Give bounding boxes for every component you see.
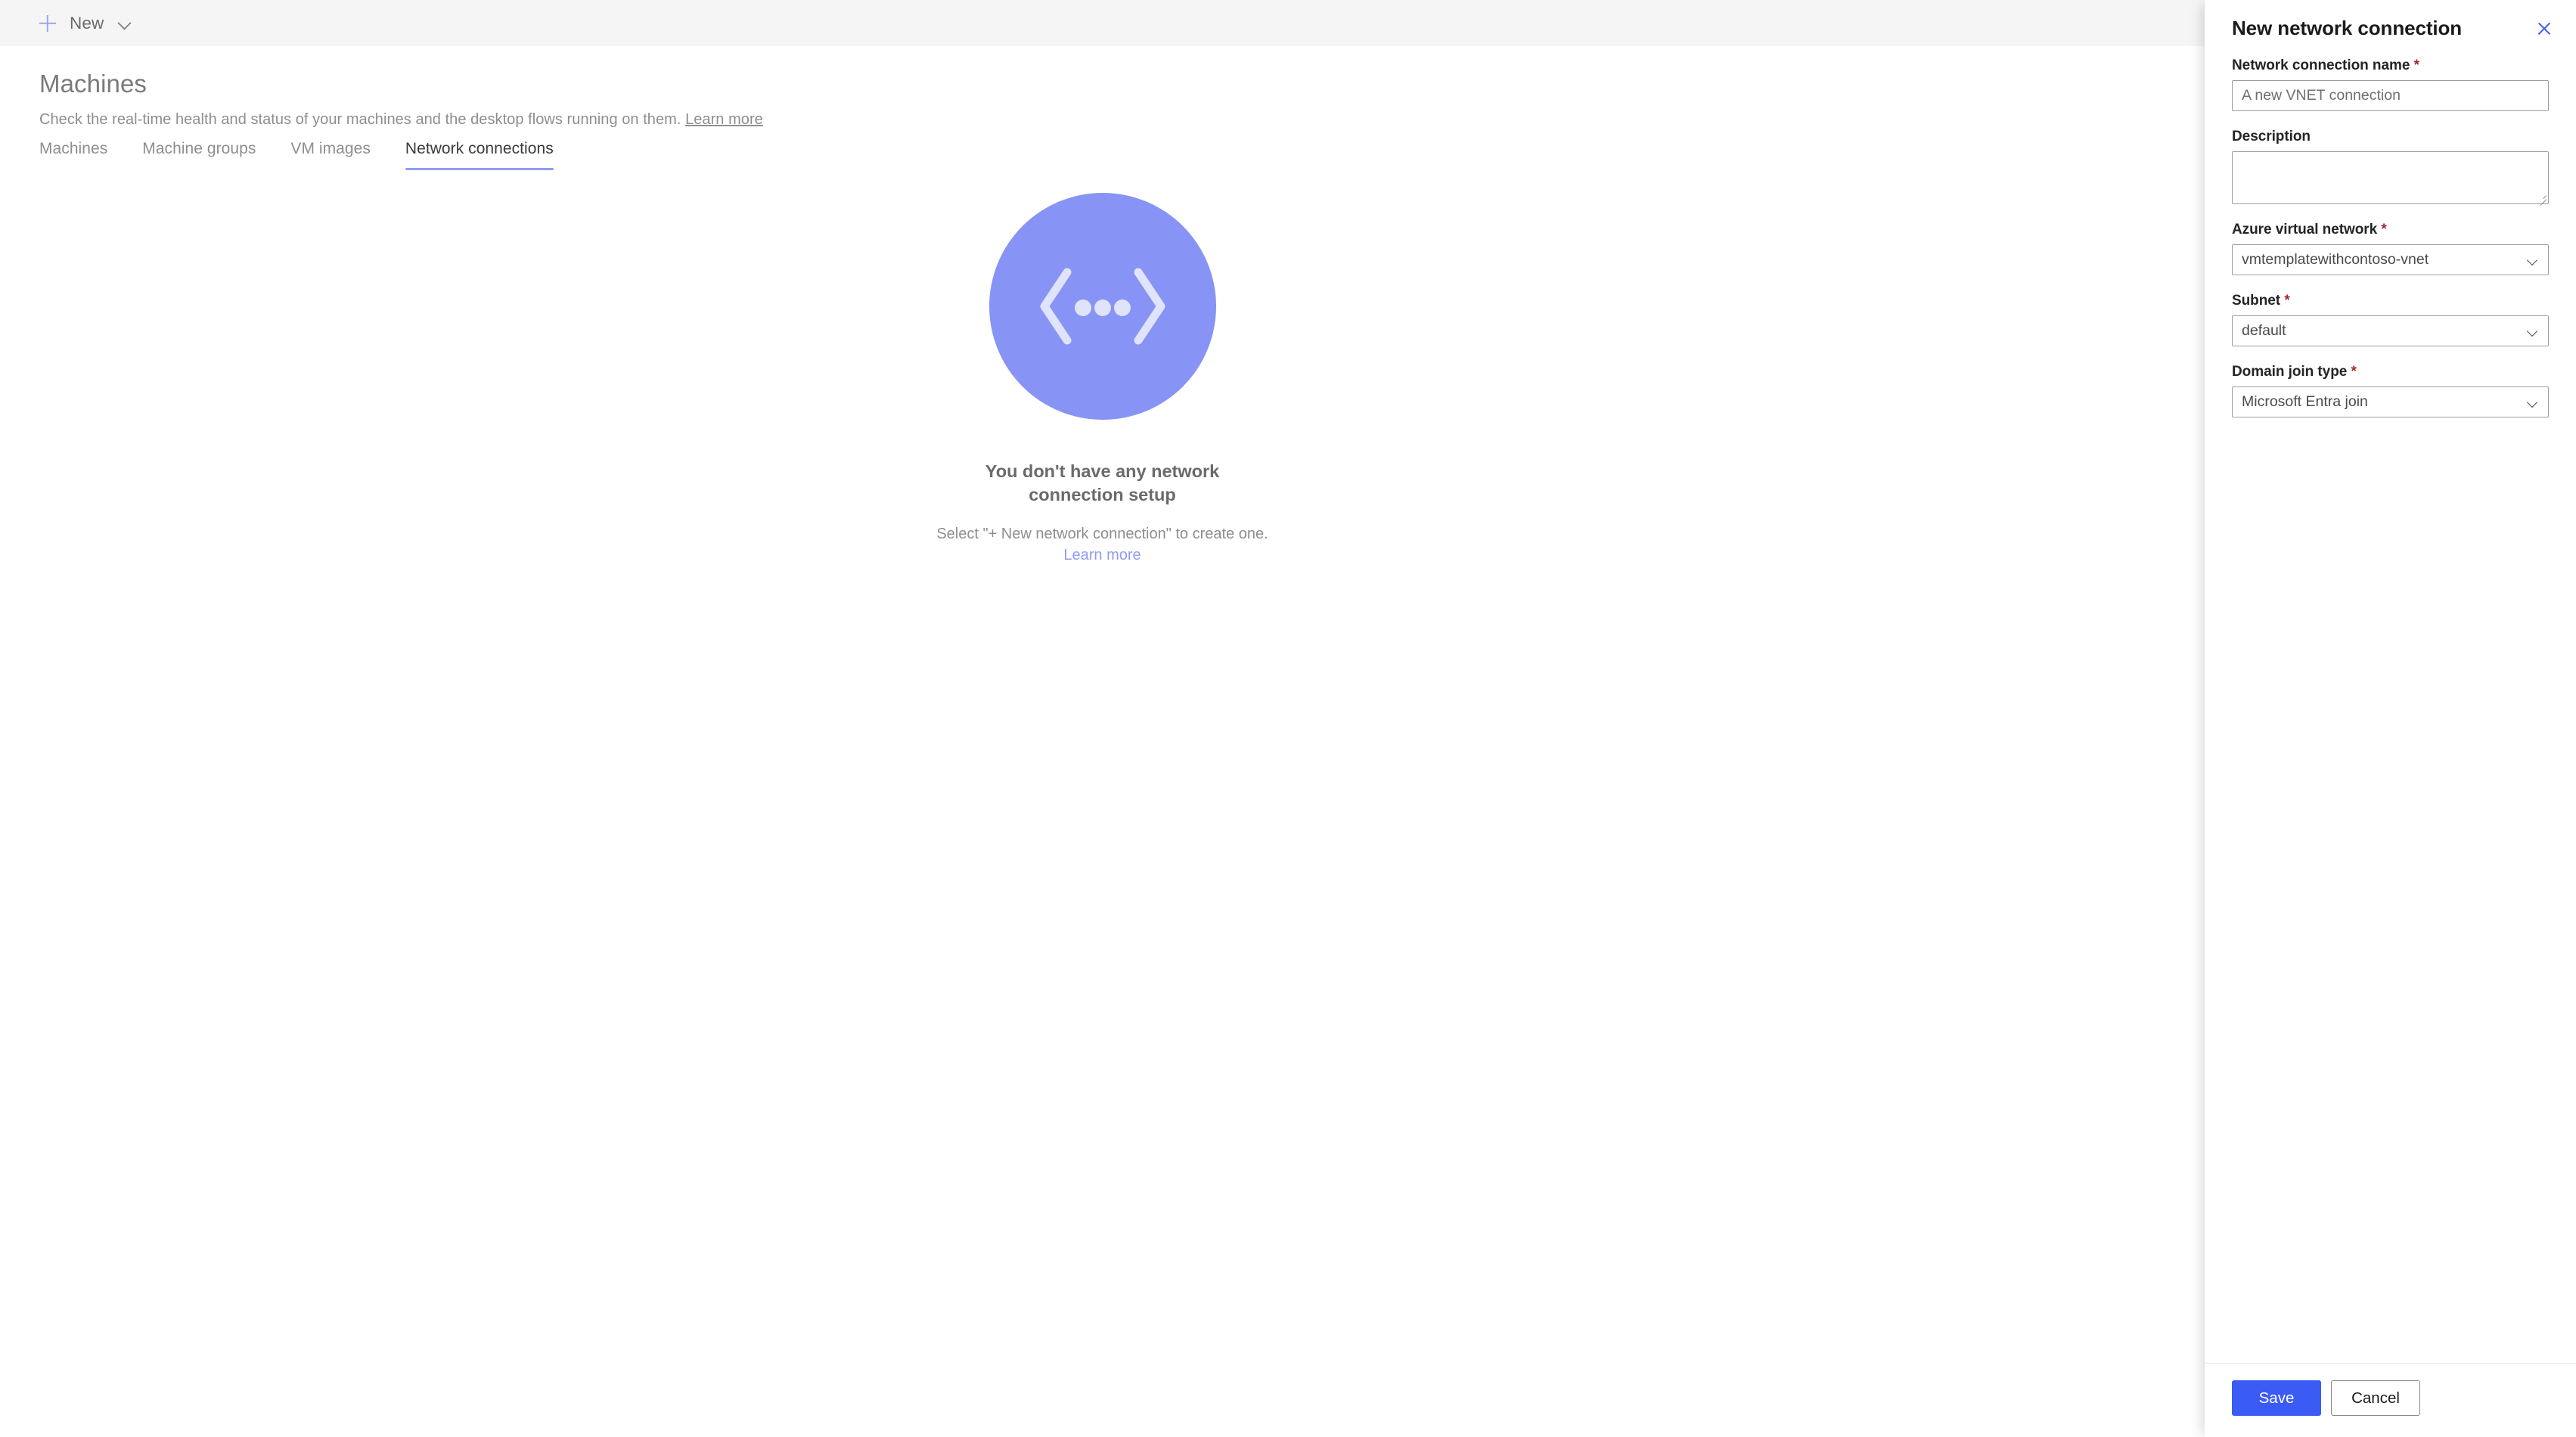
panel-title: New network connection: [2232, 17, 2463, 39]
network-connection-illustration-icon: [989, 193, 1216, 420]
close-icon[interactable]: [2531, 15, 2558, 42]
domain-join-type-value: Microsoft Entra join: [2242, 393, 2368, 410]
description-textarea[interactable]: [2232, 151, 2549, 204]
domain-join-type-select-wrap: Microsoft Entra join: [2232, 386, 2549, 417]
panel-footer: Save Cancel: [2205, 1363, 2576, 1437]
azure-virtual-network-label-text: Azure virtual network: [2232, 222, 2378, 237]
new-button[interactable]: New: [32, 7, 140, 40]
tab-list: Machines Machine groups VM images Networ…: [39, 140, 571, 170]
tab-network-connections[interactable]: Network connections: [388, 140, 571, 170]
description-textarea-wrap: [2232, 151, 2549, 206]
page-subtitle-text: Check the real-time health and status of…: [39, 110, 681, 128]
page-title: Machines: [39, 70, 147, 98]
app-root: New Machines Check the real-time health …: [0, 0, 2576, 1437]
required-asterisk: *: [2381, 222, 2387, 237]
tab-machines[interactable]: Machines: [39, 140, 125, 170]
subnet-label-text: Subnet: [2232, 293, 2281, 309]
domain-join-type-label-text: Domain join type: [2232, 364, 2348, 380]
plus-icon: [35, 11, 61, 36]
empty-state-subtitle: Select "+ New network connection" to cre…: [935, 523, 1271, 566]
tab-machine-groups[interactable]: Machine groups: [125, 140, 273, 170]
empty-state-title: You don't have any network connection se…: [985, 461, 1220, 505]
domain-join-type-label: Domain join type *: [2232, 364, 2549, 380]
field-subnet: Subnet * default: [2232, 293, 2549, 346]
page-subtitle: Check the real-time health and status of…: [39, 111, 2205, 129]
new-button-label: New: [70, 13, 104, 33]
command-bar: New: [0, 0, 2205, 46]
network-connection-name-label-text: Network connection name: [2232, 57, 2410, 73]
tab-machines-label: Machines: [39, 140, 108, 157]
description-label: Description: [2232, 129, 2549, 145]
subnet-select[interactable]: default: [2232, 315, 2549, 346]
azure-virtual-network-value: vmtemplatewithcontoso-vnet: [2242, 251, 2429, 268]
tab-machine-groups-label: Machine groups: [142, 140, 256, 157]
panel-body: Network connection name * Description: [2205, 42, 2576, 1363]
azure-virtual-network-select-wrap: vmtemplatewithcontoso-vnet: [2232, 244, 2549, 275]
field-domain-join-type: Domain join type * Microsoft Entra join: [2232, 364, 2549, 417]
empty-state-subtitle-text: Select "+ New network connection" to cre…: [936, 526, 1268, 543]
tab-vm-images[interactable]: VM images: [273, 140, 387, 170]
description-label-text: Description: [2232, 129, 2311, 144]
save-button[interactable]: Save: [2232, 1380, 2321, 1416]
panel-header: New network connection: [2205, 0, 2576, 42]
subnet-value: default: [2242, 322, 2286, 339]
new-network-connection-panel: New network connection Network connectio…: [2205, 0, 2576, 1437]
cancel-button[interactable]: Cancel: [2331, 1380, 2420, 1416]
field-description: Description: [2232, 129, 2549, 206]
subnet-label: Subnet *: [2232, 293, 2549, 309]
subnet-select-wrap: default: [2232, 315, 2549, 346]
azure-virtual-network-select[interactable]: vmtemplatewithcontoso-vnet: [2232, 244, 2549, 275]
field-network-connection-name: Network connection name *: [2232, 57, 2549, 111]
tab-network-connections-label: Network connections: [405, 140, 554, 157]
required-asterisk: *: [2413, 57, 2419, 73]
tab-vm-images-label: VM images: [290, 140, 371, 157]
field-azure-virtual-network: Azure virtual network * vmtemplatewithco…: [2232, 222, 2549, 275]
network-connection-name-input[interactable]: [2232, 80, 2549, 111]
required-asterisk: *: [2351, 364, 2357, 380]
azure-virtual-network-label: Azure virtual network *: [2232, 222, 2549, 238]
chevron-down-icon: [117, 16, 132, 31]
required-asterisk: *: [2284, 293, 2290, 309]
empty-state-learn-more-link[interactable]: Learn more: [1063, 547, 1141, 563]
domain-join-type-select[interactable]: Microsoft Entra join: [2232, 386, 2549, 417]
empty-state: You don't have any network connection se…: [0, 193, 2205, 566]
page-subtitle-learn-more-link[interactable]: Learn more: [685, 111, 763, 128]
network-connection-name-label: Network connection name *: [2232, 57, 2549, 74]
page-header: Machines Check the real-time health and …: [0, 46, 2205, 129]
